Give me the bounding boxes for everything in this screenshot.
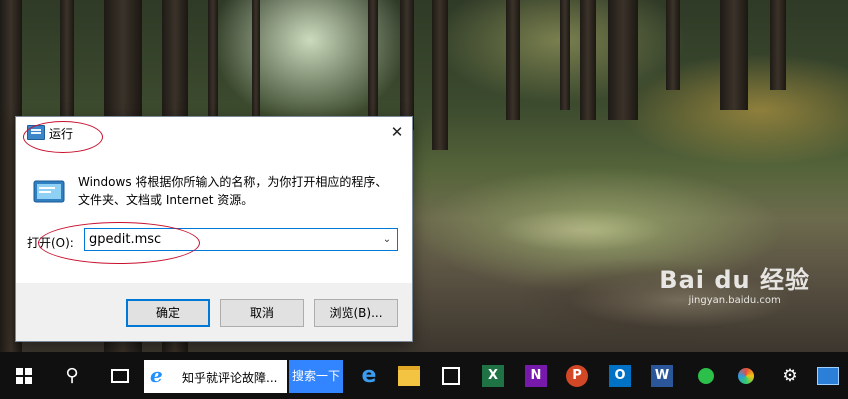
watermark-url: jingyan.baidu.com	[688, 295, 781, 306]
remote-desktop-icon	[817, 366, 839, 385]
tree-trunk	[252, 0, 260, 120]
excel-icon: X	[482, 364, 504, 387]
task-view-icon	[111, 368, 129, 383]
start-button[interactable]	[4, 352, 44, 399]
dialog-footer: 确定 取消 浏览(B)...	[16, 283, 412, 341]
file-explorer-icon	[398, 365, 420, 386]
green-app-icon	[698, 367, 714, 384]
baidu-search-button[interactable]: 搜索一下	[289, 360, 343, 393]
tree-trunk	[770, 0, 786, 90]
store-icon	[442, 366, 460, 385]
search-button[interactable]: ⚲	[52, 352, 92, 399]
internet-explorer-icon: e	[150, 363, 163, 387]
close-icon: ✕	[390, 123, 404, 141]
taskbar-app-outlook[interactable]: O	[600, 352, 640, 399]
taskbar-app-onenote[interactable]: N	[516, 352, 556, 399]
search-icon: ⚲	[65, 365, 79, 386]
gear-icon: ⚙	[782, 365, 798, 386]
tree-trunk	[400, 0, 414, 130]
annotation-ellipse-title	[23, 121, 103, 153]
word-icon: W	[651, 364, 673, 387]
ie-task-button[interactable]: e 知乎就评论故障...	[144, 360, 287, 393]
onenote-icon: N	[525, 364, 547, 387]
run-dialog: 运行 ✕ Windows 将根据你所输入的名称，为你打开相应的程序、文件夹、文档…	[15, 116, 413, 342]
taskbar-app-settings[interactable]: ⚙	[770, 352, 810, 399]
annotation-ellipse-input	[38, 222, 200, 264]
ie-task-label: 知乎就评论故障...	[182, 371, 278, 385]
cancel-button[interactable]: 取消	[220, 299, 304, 327]
forest-path	[420, 150, 840, 350]
run-app-icon	[33, 180, 65, 203]
taskbar-app-palette[interactable]	[726, 352, 766, 399]
taskbar-app-explorer[interactable]	[389, 352, 429, 399]
outlook-icon: O	[609, 364, 631, 387]
taskbar-app-word[interactable]: W	[642, 352, 682, 399]
task-view-button[interactable]	[100, 352, 140, 399]
powerpoint-icon: P	[566, 364, 588, 387]
taskbar-app-edge[interactable]: e	[349, 352, 389, 399]
paint-icon	[738, 367, 754, 384]
windows-icon	[16, 367, 32, 384]
watermark-logo: Bai du 经验	[659, 266, 810, 294]
dialog-description: Windows 将根据你所输入的名称，为你打开相应的程序、文件夹、文档或 Int…	[78, 175, 388, 207]
baidu-jingyan-watermark: Bai du 经验 jingyan.baidu.com	[659, 260, 810, 306]
taskbar-app-store[interactable]	[431, 352, 471, 399]
tree-trunk	[368, 0, 378, 130]
taskbar-app-green[interactable]	[686, 352, 726, 399]
edge-icon: e	[361, 363, 377, 388]
taskbar: ⚲ e 知乎就评论故障... 搜索一下 e X N P O W ⚙	[0, 352, 848, 399]
taskbar-app-powerpoint[interactable]: P	[557, 352, 597, 399]
tree-trunk	[560, 0, 570, 110]
tree-trunk	[432, 0, 448, 150]
ok-button[interactable]: 确定	[126, 299, 210, 327]
taskbar-app-remote[interactable]	[808, 352, 848, 399]
close-button[interactable]: ✕	[382, 117, 412, 148]
tree-trunk	[720, 0, 748, 110]
tree-trunk	[666, 0, 680, 90]
chevron-down-icon[interactable]: ⌄	[377, 229, 397, 250]
browse-button[interactable]: 浏览(B)...	[314, 299, 398, 327]
taskbar-app-excel[interactable]: X	[473, 352, 513, 399]
tree-trunk	[608, 0, 638, 120]
tree-trunk	[506, 0, 520, 120]
tree-trunk	[580, 0, 596, 120]
dialog-body: Windows 将根据你所输入的名称，为你打开相应的程序、文件夹、文档或 Int…	[16, 148, 412, 283]
